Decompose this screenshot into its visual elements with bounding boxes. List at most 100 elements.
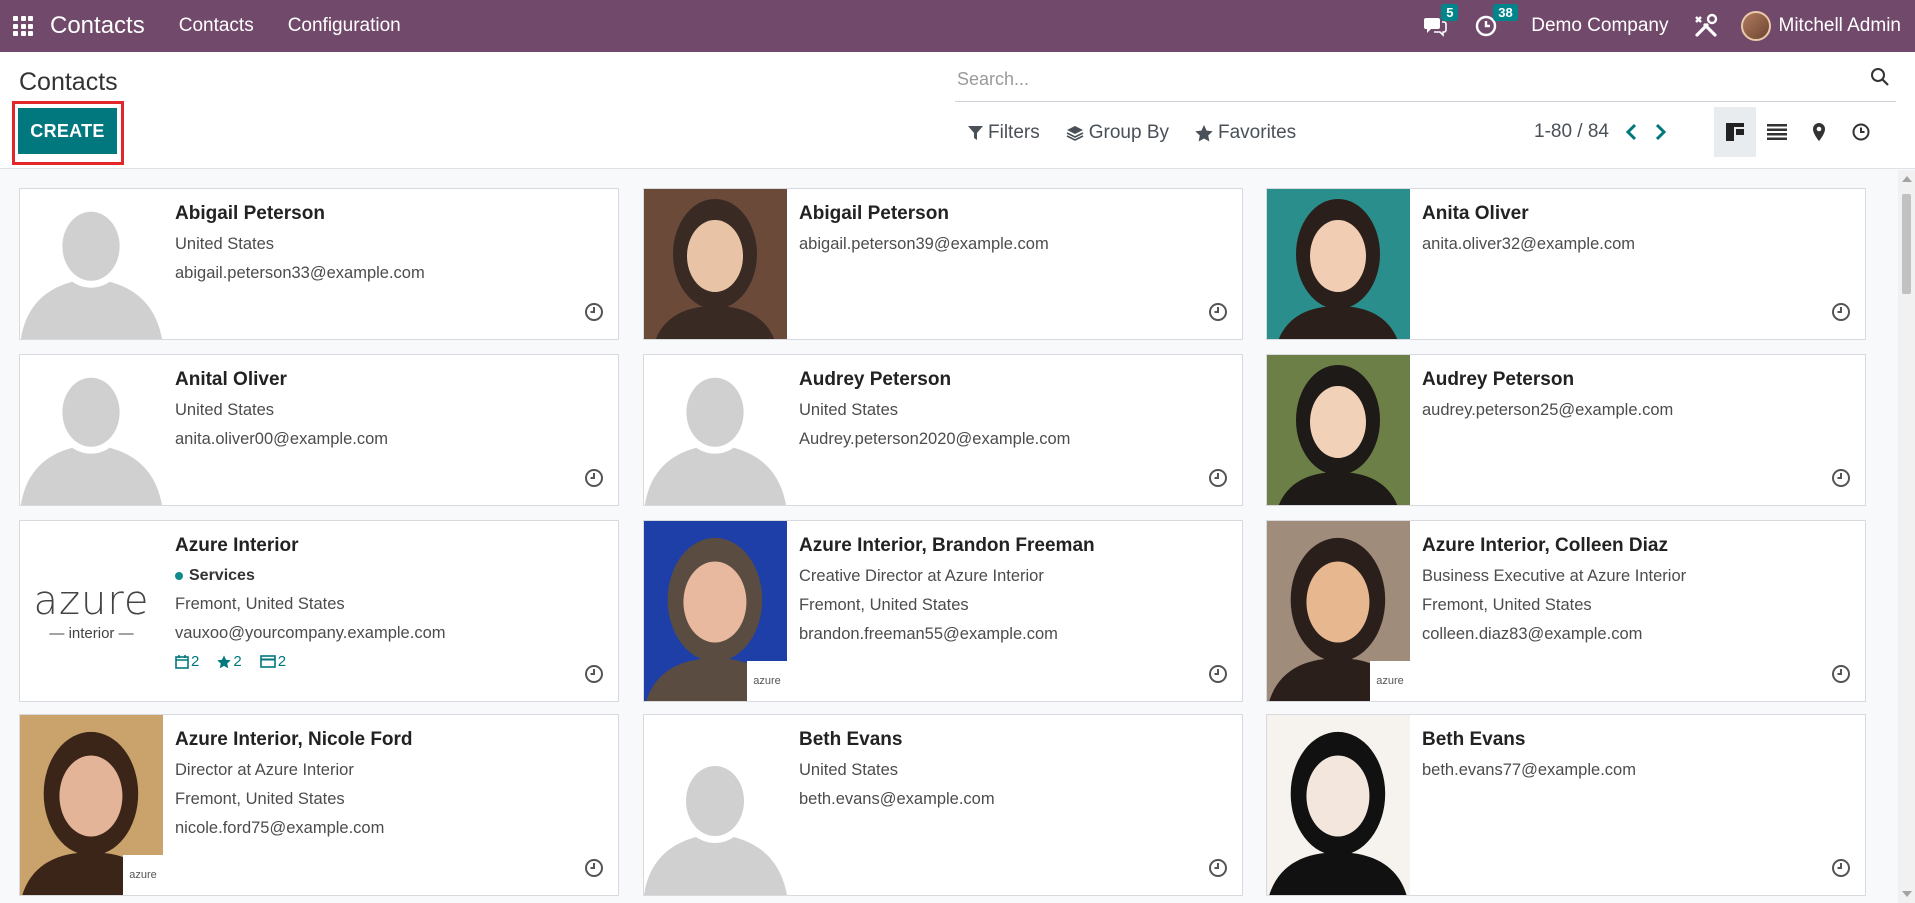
contact-card[interactable]: Beth Evans United States beth.evans@exampl… (643, 714, 1243, 896)
messages-badge: 5 (1441, 4, 1459, 21)
activity-clock-icon[interactable] (584, 302, 604, 327)
map-view-button[interactable] (1798, 107, 1840, 157)
kanban-view-button[interactable] (1714, 107, 1756, 157)
menu-configuration[interactable]: Configuration (288, 15, 401, 37)
activity-clock-icon[interactable] (1208, 858, 1228, 883)
favorites-button[interactable]: Favorites (1195, 122, 1296, 144)
menu-contacts[interactable]: Contacts (179, 15, 254, 37)
contact-email: beth.evans@example.com (799, 790, 995, 808)
contact-name: Azure Interior, Nicole Ford (175, 729, 413, 750)
activities-badge: 38 (1493, 4, 1518, 21)
contact-name: Beth Evans (799, 729, 903, 750)
contact-photo (1267, 355, 1410, 505)
kanban-view: Abigail Peterson United States abigail.pet… (0, 170, 1915, 903)
contact-email: abigail.peterson39@example.com (799, 235, 1049, 253)
tools-icon[interactable] (1693, 13, 1719, 39)
list-view-button[interactable] (1756, 107, 1798, 157)
contact-email: beth.evans77@example.com (1422, 761, 1636, 779)
company-switcher[interactable]: Demo Company (1531, 15, 1668, 37)
contact-email: abigail.peterson33@example.com (175, 264, 425, 282)
contact-detail: Fremont, United States (799, 596, 969, 614)
contact-email: nicole.ford75@example.com (175, 819, 385, 837)
contact-card[interactable]: Abigail Peterson abigail.peterson39@examp… (643, 188, 1243, 340)
contact-card[interactable]: Anital Oliver United States anita.oliver00… (19, 354, 619, 506)
contact-detail: Fremont, United States (1422, 596, 1592, 614)
layers-icon (1066, 126, 1084, 141)
opportunities-star-icon (217, 654, 233, 669)
meetings-calendar-stat[interactable]: 2 (175, 653, 199, 670)
contact-card[interactable]: azure Azure Interior, Nicole Ford Director… (19, 714, 619, 896)
pager-next-button[interactable] (1655, 123, 1667, 141)
create-button[interactable]: CREATE (18, 108, 117, 154)
contact-name: Abigail Peterson (799, 203, 949, 224)
messages-button[interactable]: 5 (1423, 4, 1459, 37)
search-icon[interactable] (1870, 67, 1890, 92)
contact-card[interactable]: azure — interior — Azure Interior Services F… (19, 520, 619, 702)
invoices-card-icon (259, 655, 278, 668)
activity-clock-icon[interactable] (1831, 468, 1851, 493)
contact-detail: United States (799, 401, 899, 419)
tag-dot-icon (175, 572, 183, 580)
avatar-placeholder (20, 189, 163, 339)
meetings-calendar-icon (175, 654, 191, 669)
company-logo-badge: azure (123, 855, 163, 895)
contact-detail: United States (175, 235, 275, 253)
list-view-icon (1767, 124, 1787, 140)
star-icon (1195, 124, 1213, 141)
pager-value[interactable]: 1-80 / 84 (1534, 121, 1609, 143)
scroll-up-arrow[interactable] (1902, 176, 1912, 182)
contact-email: anita.oliver32@example.com (1422, 235, 1636, 253)
activity-clock-icon[interactable] (584, 468, 604, 493)
group-by-button[interactable]: Group By (1066, 122, 1169, 144)
contact-card[interactable]: Beth Evans beth.evans77@example.com (1266, 714, 1866, 896)
contact-name: Azure Interior, Brandon Freeman (799, 535, 1095, 556)
scroll-down-arrow[interactable] (1902, 891, 1912, 897)
group-by-label: Group By (1088, 122, 1169, 143)
avatar[interactable] (1740, 11, 1771, 41)
contact-card[interactable]: Abigail Peterson United States abigail.pet… (19, 188, 619, 340)
contact-card[interactable]: Anita Oliver anita.oliver32@example.com (1266, 188, 1866, 340)
contact-name: Beth Evans (1422, 729, 1526, 750)
filters-button[interactable]: Filters (968, 122, 1040, 144)
activity-clock-icon[interactable] (1208, 468, 1228, 493)
activity-view-button[interactable] (1840, 107, 1882, 157)
avatar-placeholder (644, 715, 787, 895)
contact-email: brandon.freeman55@example.com (799, 625, 1058, 643)
activity-clock-icon[interactable] (1208, 302, 1228, 327)
contact-card[interactable]: Audrey Peterson United States Audrey.peter… (643, 354, 1243, 506)
activity-clock-icon[interactable] (1208, 664, 1228, 689)
control-panel: Contacts CREATE Filters Group By Favorit… (0, 52, 1915, 169)
company-logo-badge: azure (747, 661, 787, 701)
apps-grid-icon[interactable] (12, 15, 34, 37)
scrollbar[interactable] (1898, 170, 1915, 903)
activity-clock-icon (1852, 123, 1870, 141)
pager-previous-button[interactable] (1625, 123, 1637, 141)
contact-detail: United States (175, 401, 275, 419)
activity-clock-icon[interactable] (1831, 664, 1851, 689)
search-bar (955, 58, 1896, 102)
opportunities-star-stat[interactable]: 2 (217, 653, 242, 670)
app-brand[interactable]: Contacts (50, 12, 145, 40)
activity-clock-icon[interactable] (584, 858, 604, 883)
contact-email: anita.oliver00@example.com (175, 430, 389, 448)
azure-logo-text: azure (33, 577, 150, 624)
contact-name: Azure Interior, Colleen Diaz (1422, 535, 1668, 556)
card-body: Azure Interior, Brandon Freeman Creative … (799, 535, 1232, 654)
contact-detail: Director at Azure Interior (175, 761, 354, 779)
activity-clock-icon[interactable] (584, 664, 604, 689)
activities-button[interactable]: 38 (1475, 4, 1518, 37)
scroll-thumb[interactable] (1902, 194, 1911, 294)
card-body: Abigail Peterson United States abigail.pet… (175, 203, 608, 293)
contact-card[interactable]: azure Azure Interior, Brandon Freeman Crea… (643, 520, 1243, 702)
search-input[interactable] (955, 69, 1870, 90)
contact-card[interactable]: azure Azure Interior, Colleen Diaz Busines… (1266, 520, 1866, 702)
activity-clock-icon[interactable] (1831, 858, 1851, 883)
chevron-right-icon (1655, 123, 1667, 141)
invoices-card-stat[interactable]: 2 (259, 653, 286, 670)
user-menu[interactable]: Mitchell Admin (1779, 15, 1902, 37)
contact-card[interactable]: Audrey Peterson audrey.peterson25@example… (1266, 354, 1866, 506)
contact-email: Audrey.peterson2020@example.com (799, 430, 1071, 448)
contact-name: Anital Oliver (175, 369, 287, 390)
contact-email: colleen.diaz83@example.com (1422, 625, 1643, 643)
activity-clock-icon[interactable] (1831, 302, 1851, 327)
